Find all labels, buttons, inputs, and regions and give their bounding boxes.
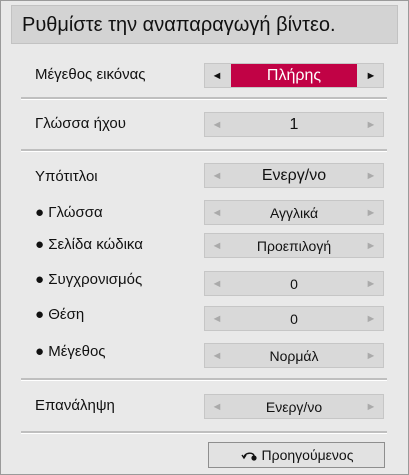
- subtitle-language-left-arrow-icon[interactable]: ◄: [207, 201, 227, 224]
- code-page-value: Προεπιλογή: [256, 237, 332, 254]
- audio-language-selector[interactable]: ◄ 1 ►: [204, 112, 384, 137]
- size-selector[interactable]: ◄ Νορμάλ ►: [204, 343, 384, 368]
- settings-panel: Ρυθμίστε την αναπαραγωγή βίντεο. Μέγεθος…: [0, 0, 409, 475]
- code-page-label: ● Σελίδα κώδικα: [35, 236, 143, 253]
- subtitle-language-label: ● Γλώσσα: [35, 204, 103, 221]
- code-page-left-arrow-icon[interactable]: ◄: [207, 234, 227, 257]
- repeat-selector[interactable]: ◄ Ενεργ/νο ►: [204, 394, 384, 419]
- repeat-value: Ενεργ/νο: [265, 398, 323, 415]
- picture-size-value: Πλήρης: [231, 64, 357, 87]
- size-right-arrow-icon[interactable]: ►: [361, 344, 381, 367]
- divider: [21, 431, 387, 434]
- audio-language-label: Γλώσσα ήχου: [35, 115, 126, 132]
- page-title: Ρυθμίστε την αναπαραγωγή βίντεο.: [22, 14, 336, 36]
- subtitles-label: Υπότιτλοι: [35, 168, 98, 185]
- repeat-label: Επανάληψη: [35, 397, 115, 414]
- picture-size-selector[interactable]: ◄ Πλήρης ►: [204, 63, 384, 88]
- audio-language-value: 1: [289, 115, 299, 133]
- back-button[interactable]: Προηγούμενος: [208, 442, 385, 468]
- sync-left-arrow-icon[interactable]: ◄: [207, 272, 227, 295]
- size-left-arrow-icon[interactable]: ◄: [207, 344, 227, 367]
- subtitles-left-arrow-icon[interactable]: ◄: [207, 164, 227, 187]
- divider: [21, 149, 387, 152]
- repeat-right-arrow-icon[interactable]: ►: [361, 395, 381, 418]
- code-page-right-arrow-icon[interactable]: ►: [361, 234, 381, 257]
- subtitles-selector[interactable]: ◄ Ενεργ/νο ►: [204, 163, 384, 188]
- sync-value: 0: [290, 275, 298, 292]
- code-page-selector[interactable]: ◄ Προεπιλογή ►: [204, 233, 384, 258]
- position-right-arrow-icon[interactable]: ►: [361, 307, 381, 330]
- subtitles-right-arrow-icon[interactable]: ►: [361, 164, 381, 187]
- repeat-left-arrow-icon[interactable]: ◄: [207, 395, 227, 418]
- picture-size-left-arrow-icon[interactable]: ◄: [207, 64, 227, 87]
- size-label: ● Μέγεθος: [35, 343, 106, 360]
- back-button-label: Προηγούμενος: [261, 447, 354, 463]
- audio-language-left-arrow-icon[interactable]: ◄: [207, 113, 227, 136]
- size-value: Νορμάλ: [269, 347, 319, 364]
- position-left-arrow-icon[interactable]: ◄: [207, 307, 227, 330]
- divider: [21, 97, 387, 100]
- subtitle-language-right-arrow-icon[interactable]: ►: [361, 201, 381, 224]
- audio-language-right-arrow-icon[interactable]: ►: [361, 113, 381, 136]
- divider: [21, 378, 387, 381]
- return-arrow-icon: [240, 452, 257, 461]
- subtitles-value: Ενεργ/νο: [261, 166, 327, 184]
- header: Ρυθμίστε την αναπαραγωγή βίντεο.: [11, 5, 398, 44]
- sync-right-arrow-icon[interactable]: ►: [361, 272, 381, 295]
- subtitle-language-value: Αγγλικά: [269, 204, 319, 221]
- subtitle-language-selector[interactable]: ◄ Αγγλικά ►: [204, 200, 384, 225]
- position-label: ● Θέση: [35, 306, 85, 323]
- picture-size-right-arrow-icon[interactable]: ►: [361, 64, 381, 87]
- position-value: 0: [290, 310, 298, 327]
- position-selector[interactable]: ◄ 0 ►: [204, 306, 384, 331]
- picture-size-label: Μέγεθος εικόνας: [35, 66, 146, 83]
- sync-label: ● Συγχρονισμός: [35, 271, 143, 288]
- sync-selector[interactable]: ◄ 0 ►: [204, 271, 384, 296]
